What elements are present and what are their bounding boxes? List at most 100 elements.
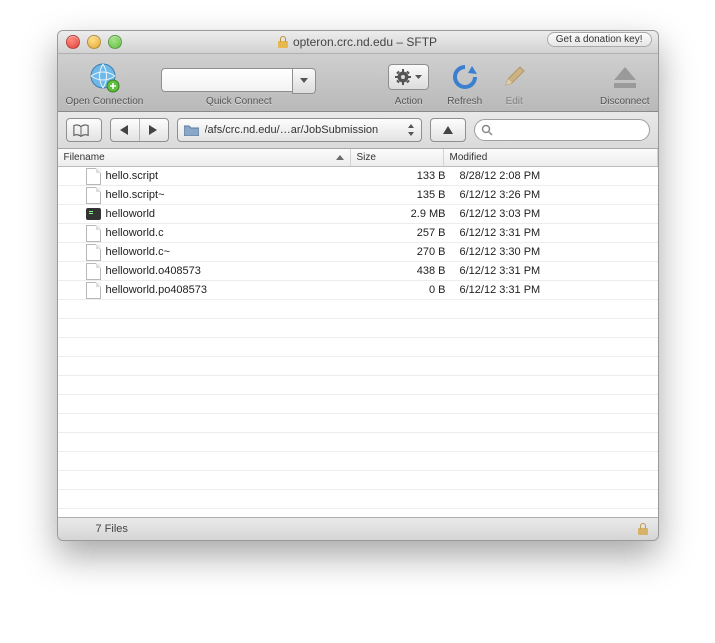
column-modified-label: Modified xyxy=(450,152,488,163)
book-icon xyxy=(73,124,89,137)
path-popup[interactable]: /afs/crc.nd.edu/…ar/JobSubmission xyxy=(177,118,422,142)
open-connection-label: Open Connection xyxy=(66,96,144,107)
file-row[interactable]: helloworld 2.9 MB6/12/12 3:03 PM xyxy=(58,205,658,224)
empty-row xyxy=(58,433,658,452)
file-icon xyxy=(86,263,101,280)
close-window-button[interactable] xyxy=(66,35,80,49)
edit-label: Edit xyxy=(506,96,523,107)
status-bar: 7 Files xyxy=(58,517,658,540)
empty-row xyxy=(58,319,658,338)
file-size: 0 B xyxy=(366,284,454,296)
empty-row xyxy=(58,300,658,319)
go-up-button[interactable] xyxy=(430,118,466,142)
chevron-down-icon xyxy=(415,75,422,80)
sftp-window: opteron.crc.nd.edu – SFTP Get a donation… xyxy=(57,30,659,541)
search-icon xyxy=(481,124,493,136)
sort-ascending-icon xyxy=(336,155,344,160)
file-name: helloworld.c~ xyxy=(106,246,171,258)
file-icon xyxy=(86,244,101,261)
disconnect-button[interactable]: Disconnect xyxy=(600,60,649,107)
file-icon xyxy=(86,282,101,299)
executable-icon xyxy=(86,208,101,220)
lock-icon xyxy=(278,36,288,48)
file-row[interactable]: helloworld.po408573 0 B6/12/12 3:31 PM xyxy=(58,281,658,300)
eject-icon xyxy=(610,63,640,91)
titlebar: opteron.crc.nd.edu – SFTP Get a donation… xyxy=(58,31,658,54)
pencil-icon xyxy=(500,63,528,91)
search-input[interactable] xyxy=(497,123,643,137)
refresh-icon xyxy=(450,62,480,92)
file-name: helloworld xyxy=(106,208,156,220)
file-row[interactable]: helloworld.c257 B6/12/12 3:31 PM xyxy=(58,224,658,243)
file-row[interactable]: hello.script~ 135 B6/12/12 3:26 PM xyxy=(58,186,658,205)
empty-row xyxy=(58,509,658,517)
disconnect-label: Disconnect xyxy=(600,96,649,107)
status-text: 7 Files xyxy=(68,523,128,535)
file-name: hello.script xyxy=(106,170,159,182)
window-title-text: opteron.crc.nd.edu – SFTP xyxy=(293,35,437,49)
column-headers: Filename Size Modified xyxy=(58,149,658,167)
file-size: 2.9 MB xyxy=(366,208,454,220)
file-size: 438 B xyxy=(366,265,454,277)
file-modified: 6/12/12 3:31 PM xyxy=(454,284,658,296)
pathbar: /afs/crc.nd.edu/…ar/JobSubmission xyxy=(58,112,658,149)
column-modified[interactable]: Modified xyxy=(444,149,658,166)
file-size: 270 B xyxy=(366,246,454,258)
nav-forward-button[interactable] xyxy=(140,119,168,141)
refresh-label: Refresh xyxy=(447,96,482,107)
file-list[interactable]: hello.script133 B8/28/12 2:08 PMhello.sc… xyxy=(58,167,658,517)
empty-row xyxy=(58,490,658,509)
file-modified: 6/12/12 3:26 PM xyxy=(454,189,658,201)
nav-back-forward xyxy=(110,118,169,142)
open-connection-button[interactable]: Open Connection xyxy=(66,60,144,107)
triangle-left-icon xyxy=(120,125,129,135)
file-row[interactable]: helloworld.o408573 438 B6/12/12 3:31 PM xyxy=(58,262,658,281)
file-icon xyxy=(86,187,101,204)
zoom-window-button[interactable] xyxy=(108,35,122,49)
donation-button[interactable]: Get a donation key! xyxy=(547,32,652,47)
action-label: Action xyxy=(395,96,423,107)
quick-connect-dropdown[interactable] xyxy=(292,68,316,94)
gear-icon xyxy=(395,69,411,85)
empty-row xyxy=(58,357,658,376)
up-down-arrows-icon xyxy=(407,124,415,136)
file-name: hello.script~ xyxy=(106,189,165,201)
file-name: helloworld.o408573 xyxy=(106,265,201,277)
file-size: 135 B xyxy=(366,189,454,201)
quick-connect-input[interactable] xyxy=(161,68,292,92)
file-modified: 6/12/12 3:30 PM xyxy=(454,246,658,258)
file-name: helloworld.po408573 xyxy=(106,284,208,296)
bookmarks-button[interactable] xyxy=(66,118,102,142)
file-icon xyxy=(86,168,101,185)
file-row[interactable]: helloworld.c~ 270 B6/12/12 3:30 PM xyxy=(58,243,658,262)
lock-icon xyxy=(638,523,648,535)
refresh-button[interactable]: Refresh xyxy=(447,60,482,107)
column-filename[interactable]: Filename xyxy=(58,149,351,166)
file-modified: 8/28/12 2:08 PM xyxy=(454,170,658,182)
file-row[interactable]: hello.script 133 B8/28/12 2:08 PM xyxy=(58,167,658,186)
column-size[interactable]: Size xyxy=(351,149,444,166)
toolbar: Open Connection Quick Connect xyxy=(58,54,658,112)
empty-row xyxy=(58,414,658,433)
triangle-up-icon xyxy=(443,126,453,134)
path-text: /afs/crc.nd.edu/…ar/JobSubmission xyxy=(205,124,401,136)
triangle-right-icon xyxy=(149,125,158,135)
edit-button: Edit xyxy=(500,60,528,107)
minimize-window-button[interactable] xyxy=(87,35,101,49)
file-size: 257 B xyxy=(366,227,454,239)
empty-row xyxy=(58,395,658,414)
empty-row xyxy=(58,452,658,471)
empty-row xyxy=(58,376,658,395)
file-modified: 6/12/12 3:31 PM xyxy=(454,265,658,277)
quick-connect-label: Quick Connect xyxy=(206,96,272,107)
window-controls xyxy=(58,35,122,49)
empty-row xyxy=(58,338,658,357)
file-size: 133 B xyxy=(366,170,454,182)
action-button[interactable]: Action xyxy=(388,60,429,107)
search-field[interactable] xyxy=(474,119,650,141)
nav-back-button[interactable] xyxy=(111,119,139,141)
file-name: helloworld.c xyxy=(106,227,164,239)
column-filename-label: Filename xyxy=(64,152,105,163)
file-modified: 6/12/12 3:03 PM xyxy=(454,208,658,220)
globe-plus-icon xyxy=(87,60,121,94)
